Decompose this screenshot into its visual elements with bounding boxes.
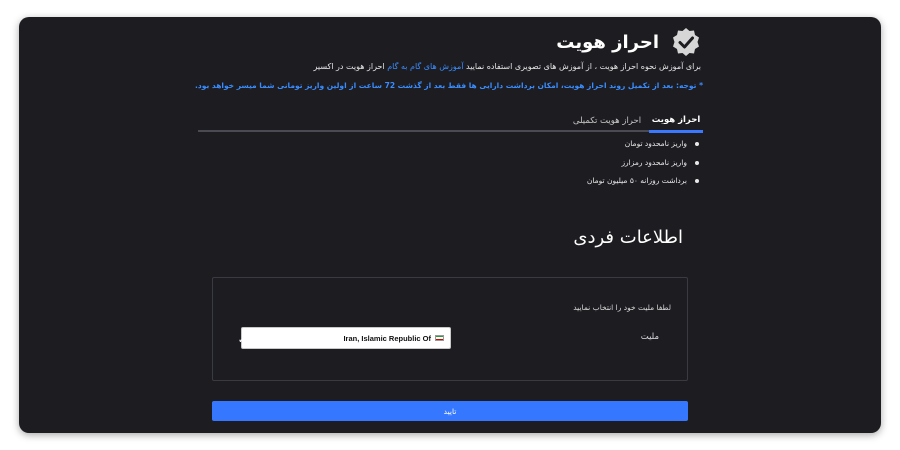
verified-badge-icon (673, 28, 699, 56)
nationality-hint: لطفا ملیت خود را انتخاب نمایید (573, 303, 671, 312)
list-item: برداشت روزانه ۵۰ میلیون تومان (587, 175, 700, 194)
checkmark-icon: ✓ (237, 333, 247, 346)
intro-text-after: احراز هویت در اکسیر (313, 62, 385, 71)
tab-advanced-verification[interactable]: احراز هویت تکمیلی (567, 110, 647, 132)
tutorial-link[interactable]: آموزش های گام به گام (387, 62, 463, 71)
benefits-list: واریز نامحدود تومان واریز نامحدود رمزارز… (587, 138, 700, 194)
nationality-select[interactable]: Iran, Islamic Republic Of (241, 327, 451, 349)
iran-flag-icon (435, 335, 444, 341)
tab-bar: احراز هویت احراز هویت تکمیلی (198, 110, 703, 133)
list-item: واریز نامحدود رمزارز (587, 157, 700, 176)
tab-identity-verification[interactable]: احراز هویت (649, 110, 703, 133)
app-window: احراز هویت برای آموزش نحوه احراز هویت ، … (19, 17, 881, 433)
nationality-label: ملیت (640, 332, 659, 342)
withdrawal-notice: * توجه: بعد از تکمیل روند احراز هویت، ام… (195, 81, 703, 90)
section-title: اطلاعات فردی (573, 227, 683, 248)
list-item: واریز نامحدود تومان (587, 138, 700, 157)
submit-button[interactable]: تایید (212, 401, 688, 421)
page-header: احراز هویت (556, 27, 701, 57)
intro-text-before: برای آموزش نحوه احراز هویت ، از آموزش ها… (466, 62, 701, 71)
personal-info-panel: لطفا ملیت خود را انتخاب نمایید ملیت Iran… (212, 277, 688, 381)
intro-text: برای آموزش نحوه احراز هویت ، از آموزش ها… (314, 62, 701, 71)
nationality-value: Iran, Islamic Republic Of (343, 333, 431, 343)
page-title: احراز هویت (556, 31, 659, 53)
